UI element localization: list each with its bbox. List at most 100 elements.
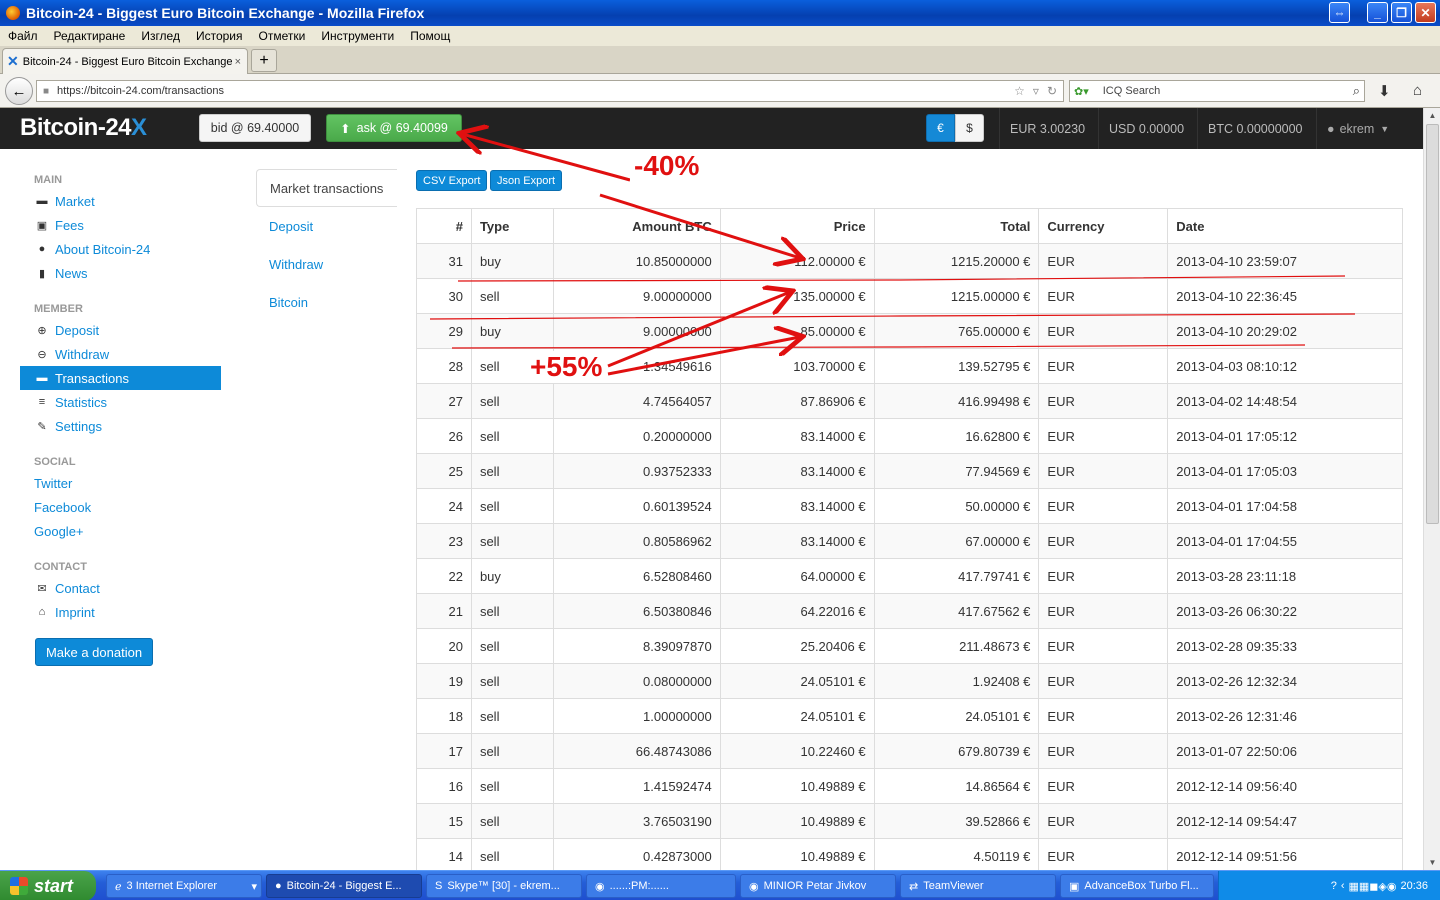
scroll-down-icon[interactable]: ▼ — [1424, 855, 1440, 870]
table-row: 19 sell 0.08000000 24.05101 €1.92408 € EUR 20… — [416, 663, 1403, 699]
start-button[interactable]: start — [0, 871, 96, 900]
cell-number: 28 — [416, 348, 472, 384]
sidebar-item-about[interactable]: ● About Bitcoin-24 — [20, 237, 221, 261]
task-minior[interactable]: ◉ MINIOR Petar Jivkov — [740, 874, 896, 898]
task-firefox[interactable]: ● Bitcoin-24 - Biggest E... — [266, 874, 422, 898]
task-chat[interactable]: ◉ ......:PM:...... — [586, 874, 736, 898]
table-row: 23 sell 0.80586962 83.14000 €67.00000 € EUR 2… — [416, 523, 1403, 559]
cell-currency: EUR — [1038, 733, 1168, 769]
cell-date: 2013-03-26 06:30:22 — [1167, 593, 1403, 629]
bookmark-star-icon[interactable]: ☆ — [1014, 84, 1025, 98]
cell-currency: EUR — [1038, 243, 1168, 279]
sidebar-item-news[interactable]: ▮ News — [20, 261, 221, 285]
tab-deposit[interactable]: Deposit — [256, 207, 397, 245]
search-bar[interactable]: ✿▾ ICQ Search ⌕ — [1069, 80, 1365, 102]
cell-number: 29 — [416, 313, 472, 349]
json-export-button[interactable]: Json Export — [490, 170, 563, 191]
bid-button[interactable]: bid @ 69.40000 — [199, 114, 311, 142]
reload-icon[interactable]: ↻ — [1047, 84, 1057, 98]
sidebar-item-label: Statistics — [55, 394, 108, 410]
table-row: 14 sell 0.42873000 10.49889 €4.50119 € EUR 20… — [416, 838, 1403, 874]
sidebar-item-settings[interactable]: ✎ Settings — [20, 414, 221, 438]
cell-price: 10.49889 € — [719, 768, 875, 804]
menu-history[interactable]: История — [188, 29, 251, 43]
menu-bookmarks[interactable]: Отметки — [251, 29, 314, 43]
sidebar-item-deposit[interactable]: ⊕ Deposit — [20, 318, 221, 342]
minimize-button[interactable]: _ — [1367, 2, 1388, 23]
scroll-thumb[interactable] — [1426, 124, 1439, 524]
cell-type: buy — [470, 243, 554, 279]
sidebar-item-label: Deposit — [55, 322, 100, 338]
resize-icon[interactable]: ⇔ — [1329, 2, 1350, 23]
cell-number: 23 — [416, 523, 472, 559]
cell-date: 2013-04-10 22:36:45 — [1167, 278, 1403, 314]
menu-tools[interactable]: Инструменти — [313, 29, 402, 43]
menu-edit[interactable]: Редактиране — [46, 29, 134, 43]
window-titlebar[interactable]: Bitcoin-24 - Biggest Euro Bitcoin Exchan… — [0, 0, 1440, 26]
tab-close-icon[interactable]: × — [235, 56, 241, 68]
new-tab-button[interactable]: + — [251, 49, 277, 72]
search-icon[interactable]: ⌕ — [1353, 83, 1360, 99]
task-label: Skype™ [30] - ekrem... — [447, 880, 560, 892]
menu-file[interactable]: Файл — [0, 29, 46, 43]
sidebar-item-fees[interactable]: ▣ Fees — [20, 213, 221, 237]
help-icon[interactable]: ? — [1331, 880, 1337, 892]
menu-view[interactable]: Изглед — [133, 29, 188, 43]
sidebar-item-facebook[interactable]: Facebook — [20, 495, 221, 519]
menu-help[interactable]: Помощ — [402, 29, 458, 43]
col-header-date: Date — [1167, 208, 1403, 244]
tab-withdraw[interactable]: Withdraw — [256, 245, 397, 283]
tray-icons[interactable]: ▦▦◼◈◉ — [1348, 880, 1396, 893]
sidebar-item-withdraw[interactable]: ⊖ Withdraw — [20, 342, 221, 366]
donate-button[interactable]: Make a donation — [35, 638, 153, 666]
currency-usd-button[interactable]: $ — [955, 114, 984, 142]
browser-tab[interactable]: ✕ Bitcoin-24 - Biggest Euro Bitcoin Exch… — [2, 48, 248, 74]
user-icon: ● — [1327, 121, 1335, 136]
icq-icon[interactable]: ✿▾ — [1074, 85, 1089, 98]
scroll-up-icon[interactable]: ▲ — [1424, 108, 1440, 123]
cell-amount: 0.20000000 — [552, 418, 721, 454]
sidebar-item-twitter[interactable]: Twitter — [20, 471, 221, 495]
sidebar-item-google[interactable]: Google+ — [20, 519, 221, 543]
tab-market-transactions[interactable]: Market transactions — [256, 169, 397, 207]
table-row: 21 sell 6.50380846 64.22016 €417.67562 € EUR… — [416, 593, 1403, 629]
sidebar-item-imprint[interactable]: ⌂ Imprint — [20, 600, 221, 624]
task-skype[interactable]: S Skype™ [30] - ekrem... — [426, 874, 582, 898]
user-menu[interactable]: ● ekrem ▼ — [1316, 108, 1399, 149]
tray-expand-icon[interactable]: ‹ — [1341, 880, 1345, 892]
task-teamviewer[interactable]: ⇄ TeamViewer — [900, 874, 1056, 898]
sidebar-item-statistics[interactable]: ≡ Statistics — [20, 390, 221, 414]
cell-currency: EUR — [1038, 628, 1168, 664]
sidebar-item-label: Transactions — [55, 370, 129, 386]
task-internet-explorer[interactable]: ℯ 3 Internet Explorer ▾ — [106, 874, 262, 898]
sidebar-item-transactions[interactable]: ▬ Transactions — [20, 366, 221, 390]
cell-date: 2012-12-14 09:51:56 — [1167, 838, 1403, 874]
cell-number: 24 — [416, 488, 472, 524]
currency-eur-button[interactable]: € — [926, 114, 955, 142]
cell-amount: 9.00000000 — [552, 313, 721, 349]
cell-number: 17 — [416, 733, 472, 769]
sidebar-item-label: Market — [55, 193, 95, 209]
dropdown-icon[interactable]: ▿ — [1033, 84, 1039, 98]
close-button[interactable]: ✕ — [1415, 2, 1436, 23]
cell-date: 2013-02-28 09:35:33 — [1167, 628, 1403, 664]
ask-button[interactable]: ⬆ ask @ 69.40099 — [326, 114, 462, 142]
cell-total: 1.92408 € — [873, 663, 1039, 699]
url-bar[interactable]: ■ https://bitcoin-24.com/transactions ☆ … — [36, 80, 1064, 102]
task-advancebox[interactable]: ▣ AdvanceBox Turbo Fl... — [1060, 874, 1214, 898]
sidebar-item-market[interactable]: ▬ Market — [20, 189, 221, 213]
sidebar-item-contact[interactable]: ✉ Contact — [20, 576, 221, 600]
back-button[interactable]: ← — [5, 77, 33, 105]
tab-bitcoin[interactable]: Bitcoin — [256, 283, 397, 321]
maximize-button[interactable]: ❐ — [1391, 2, 1412, 23]
download-icon[interactable]: ⬇ — [1378, 82, 1391, 100]
cell-price: 83.14000 € — [719, 488, 875, 524]
vertical-scrollbar[interactable]: ▲ ▼ — [1423, 108, 1440, 870]
csv-export-button[interactable]: CSV Export — [416, 170, 488, 191]
home-icon[interactable]: ⌂ — [1413, 82, 1422, 99]
cell-amount: 10.85000000 — [552, 243, 721, 279]
cell-type: sell — [470, 733, 554, 769]
site-logo[interactable]: Bitcoin-24X — [20, 114, 147, 142]
cell-number: 19 — [416, 663, 472, 699]
sidebar-head-member: MEMBER — [34, 303, 83, 315]
